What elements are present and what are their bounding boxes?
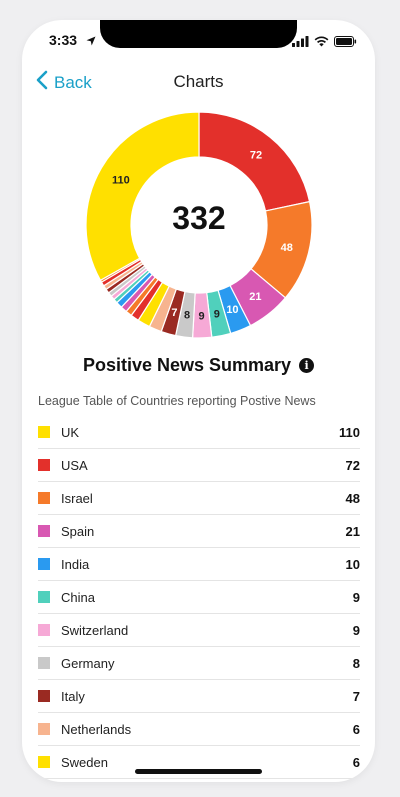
chart-data-label: 7 <box>171 307 177 319</box>
info-icon[interactable]: i <box>299 358 315 373</box>
country-name: Switzerland <box>61 622 129 638</box>
battery-icon <box>334 34 357 52</box>
country-count: 6 <box>352 721 360 737</box>
chart-data-label: 72 <box>250 150 262 162</box>
chart-data-label: 8 <box>184 310 190 322</box>
table-row[interactable]: Sweden 6 <box>38 746 360 779</box>
country-name: Germany <box>61 655 115 671</box>
chart-data-label: 10 <box>226 304 238 316</box>
color-swatch <box>38 657 50 669</box>
location-arrow-icon <box>86 33 96 51</box>
country-count: 48 <box>345 490 360 506</box>
color-swatch <box>38 723 50 735</box>
color-swatch <box>38 525 50 537</box>
color-swatch <box>38 591 50 603</box>
country-count: 10 <box>345 556 360 572</box>
table-row[interactable]: UK 110 <box>38 416 360 449</box>
chart-data-label: 9 <box>214 309 220 321</box>
color-swatch <box>38 756 50 768</box>
color-swatch <box>38 459 50 471</box>
country-name: Italy <box>61 688 85 704</box>
donut-chart: 72 48 21 10 9 9 8 7 110 332 <box>86 112 312 338</box>
status-time: 3:33 <box>49 32 78 48</box>
page-title: Charts <box>173 72 224 91</box>
country-name: UK <box>61 424 80 440</box>
chart-data-label: 110 <box>112 174 130 186</box>
status-icons <box>292 34 357 52</box>
wifi-icon <box>314 34 329 52</box>
summary-heading: Positive News Summary i <box>22 355 375 376</box>
country-count: 21 <box>345 523 360 539</box>
summary-title: Positive News Summary <box>82 355 292 375</box>
country-name: China <box>61 589 95 605</box>
country-count: 9 <box>352 589 360 605</box>
color-swatch <box>38 624 50 636</box>
country-name: Israel <box>61 490 93 506</box>
table-row[interactable]: Switzerland 9 <box>38 614 360 647</box>
country-name: Netherlands <box>61 721 132 737</box>
chart-total: 332 <box>172 200 226 236</box>
table-row[interactable]: Netherlands 6 <box>38 713 360 746</box>
signal-icon <box>292 34 309 52</box>
table-row[interactable]: Germany 8 <box>38 647 360 680</box>
table-row[interactable]: Italy 7 <box>38 680 360 713</box>
country-name: Spain <box>61 523 95 539</box>
phone-screen: 3:33 Back Charts 72 48 21 10 9 9 8 7 110… <box>22 20 375 782</box>
table-row[interactable]: India 10 <box>38 548 360 581</box>
home-indicator[interactable] <box>135 769 262 774</box>
color-swatch <box>38 690 50 702</box>
country-count: 9 <box>352 622 360 638</box>
country-count: 7 <box>352 688 360 704</box>
table-row[interactable]: USA 72 <box>38 449 360 482</box>
country-count: 6 <box>352 754 360 770</box>
country-count: 110 <box>339 424 360 440</box>
chart-data-label: 9 <box>199 310 205 322</box>
country-name: Sweden <box>61 754 108 770</box>
table-row[interactable]: Spain 21 <box>38 515 360 548</box>
table-row[interactable]: Israel 48 <box>38 482 360 515</box>
table-row[interactable]: China 9 <box>38 581 360 614</box>
country-count: 8 <box>352 655 360 671</box>
color-swatch <box>38 426 50 438</box>
league-table: UK 110 USA 72 Israel 48 Spain 21 India 10 China 9 Sw… <box>38 416 360 779</box>
summary-subtitle: League Table of Countries reporting Post… <box>38 394 316 408</box>
country-count: 72 <box>345 457 360 473</box>
color-swatch <box>38 558 50 570</box>
chart-data-label: 21 <box>249 291 261 303</box>
device-notch <box>100 20 297 48</box>
color-swatch <box>38 492 50 504</box>
country-name: India <box>61 556 90 572</box>
country-name: USA <box>61 457 88 473</box>
chart-slice-uk[interactable] <box>86 112 200 282</box>
chart-data-label: 48 <box>281 242 293 254</box>
